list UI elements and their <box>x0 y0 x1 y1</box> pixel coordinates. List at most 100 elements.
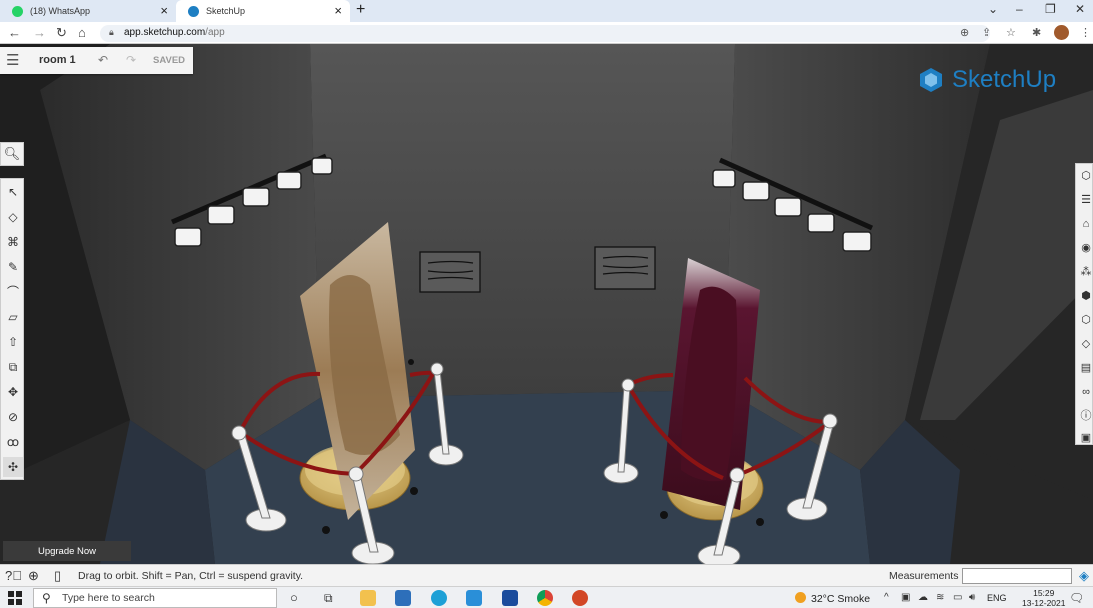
sketchup-logo-icon <box>920 68 942 92</box>
mouse-icon[interactable]: ▯ <box>54 568 61 584</box>
tray-app-icon[interactable]: ▣ <box>901 592 910 603</box>
select-icon[interactable]: ↖ <box>3 182 23 202</box>
clock-time: 15:29 <box>1033 588 1055 598</box>
close-tab-icon[interactable]: × <box>160 3 168 18</box>
model-scene <box>0 44 1093 564</box>
sketchup-tab-icon <box>188 5 199 17</box>
search-tool-button[interactable]: 🔍︎ <box>0 142 24 166</box>
move-icon[interactable]: ✥ <box>3 382 23 402</box>
model-title[interactable]: room 1 <box>39 54 76 66</box>
solid-tools-icon[interactable]: ⬢ <box>1078 288 1093 304</box>
back-icon[interactable]: ← <box>8 25 21 40</box>
close-tab-icon[interactable]: × <box>334 3 342 18</box>
forward-icon[interactable]: → <box>33 25 46 40</box>
close-window-button[interactable]: ✕ <box>1075 2 1085 16</box>
tape-measure-icon[interactable]: ⊘ <box>3 407 23 427</box>
tab-whatsapp[interactable]: (18) WhatsApp × <box>0 0 176 22</box>
browser-tab-strip: (18) WhatsApp × SketchUp × + ⌄ – ❐ ✕ <box>0 0 1093 22</box>
taskbar-search-field[interactable]: ⚲ Type here to search <box>33 588 277 608</box>
sketchup-logo: SketchUp <box>918 66 1056 94</box>
instructor-icon[interactable]: ⌂ <box>1078 216 1093 232</box>
profile-avatar[interactable] <box>1054 25 1069 40</box>
install-icon[interactable]: ⊕ <box>960 26 969 39</box>
materials-icon[interactable]: ⁂ <box>1078 264 1093 280</box>
url-field[interactable]: 🔒︎ app.sketchup.com/app <box>100 25 990 42</box>
notification-icon[interactable]: 🗨︎ <box>1069 591 1084 605</box>
battery-icon[interactable]: ▭ <box>953 592 962 603</box>
powerpoint-icon[interactable] <box>572 590 588 606</box>
tray-chevron-icon[interactable]: ^ <box>884 592 889 603</box>
clock[interactable]: 15:29 13-12-2021 <box>1022 588 1065 608</box>
eraser-icon[interactable]: ◇ <box>3 207 23 227</box>
file-explorer-icon[interactable] <box>360 590 376 606</box>
language-indicator[interactable]: ENG <box>987 593 1007 603</box>
views-icon[interactable]: ⬡ <box>1078 168 1093 184</box>
clock-date: 13-12-2021 <box>1022 598 1066 608</box>
bookmark-star-icon[interactable]: ☆ <box>1006 26 1016 39</box>
display-icon[interactable]: ∞ <box>1078 384 1093 400</box>
tab-label: SketchUp <box>206 6 246 16</box>
entity-info-icon[interactable]: ⓘ <box>1078 408 1093 424</box>
store-icon[interactable] <box>466 590 482 606</box>
redo-icon[interactable]: ↷ <box>126 53 136 67</box>
browser-menu-icon[interactable]: ⋮ <box>1080 26 1091 39</box>
left-toolbar: ↖ ◇ ⌘ ✎ ⌒ ▱ ⇧ ⧉ ✥ ⊘ ꝏ ✣ <box>0 178 24 480</box>
tab-sketchup[interactable]: SketchUp × <box>176 0 350 22</box>
orbit-icon[interactable]: ✣ <box>3 457 23 477</box>
styles-icon[interactable]: ▣ <box>1078 430 1093 446</box>
hamburger-menu-icon[interactable]: ☰ <box>6 51 19 69</box>
volume-icon[interactable]: 🔊︎ <box>969 592 975 603</box>
edge-icon[interactable] <box>431 590 447 606</box>
status-hint: Drag to orbit. Shift = Pan, Ctrl = suspe… <box>78 570 304 582</box>
windows-start-icon[interactable] <box>8 591 22 605</box>
lock-icon: 🔒︎ <box>109 27 114 37</box>
chrome-icon[interactable] <box>537 590 553 606</box>
status-bar: ?⃝ ⊕ ▯ Drag to orbit. Shift = Pan, Ctrl … <box>0 564 1093 586</box>
brand-name: SketchUp <box>952 66 1057 93</box>
tab-list-icon[interactable]: ⌄ <box>988 2 998 16</box>
tab-label: (18) WhatsApp <box>30 6 91 16</box>
cortana-icon[interactable]: ○ <box>290 590 306 606</box>
upgrade-now-button[interactable]: Upgrade Now <box>3 541 131 561</box>
mail-icon[interactable] <box>395 590 411 606</box>
rectangle-icon[interactable]: ▱ <box>3 307 23 327</box>
app-icon[interactable] <box>502 590 518 606</box>
right-toolbar: ⬡ ☰ ⌂ ◉ ⁂ ⬢ ⬡ ◇ ▤ ∞ ⓘ ▣ <box>1075 163 1093 445</box>
3d-viewport[interactable] <box>0 44 1093 564</box>
arc-icon[interactable]: ⌒ <box>3 282 23 302</box>
help-icon[interactable]: ?⃝ <box>5 568 22 583</box>
new-tab-button[interactable]: + <box>356 1 365 19</box>
weather-sun-icon <box>795 592 806 603</box>
tray-cloud-icon[interactable]: ☁ <box>918 592 928 603</box>
globe-icon[interactable]: ⊕ <box>28 568 39 584</box>
extensions-icon[interactable]: ✱ <box>1032 26 1041 39</box>
model-header-panel: ☰ room 1 ↶ ↷ SAVED <box>0 47 193 74</box>
reload-icon[interactable]: ↻ <box>56 25 67 41</box>
task-view-icon[interactable]: ⧉ <box>324 590 340 606</box>
layers-icon[interactable]: ☰ <box>1078 192 1093 208</box>
pencil-icon[interactable]: ✎ <box>3 257 23 277</box>
measurements-label: Measurements <box>889 570 959 582</box>
offset-icon[interactable]: ⧉ <box>3 357 23 377</box>
sketchup-status-icon: ◈ <box>1079 568 1089 583</box>
push-pull-icon[interactable]: ⇧ <box>3 332 23 352</box>
url-host: app.sketchup.com <box>124 27 206 38</box>
wifi-icon[interactable]: ≋ <box>936 592 944 603</box>
maximize-button[interactable]: ❐ <box>1045 2 1056 16</box>
minimize-button[interactable]: – <box>1016 2 1023 16</box>
share-icon[interactable]: ⇪ <box>982 26 991 39</box>
weather-widget[interactable]: 32°C Smoke <box>795 592 870 605</box>
outliner-icon[interactable]: ⬡ <box>1078 312 1093 328</box>
scenes-icon[interactable]: ▤ <box>1078 360 1093 376</box>
components-icon[interactable]: ◉ <box>1078 240 1093 256</box>
whatsapp-icon <box>12 5 23 17</box>
measurements-input[interactable] <box>962 568 1072 584</box>
tags-icon[interactable]: ◇ <box>1078 336 1093 352</box>
footprints-icon[interactable]: ꝏ <box>3 432 23 452</box>
paint-bucket-icon[interactable]: ⌘ <box>3 232 23 252</box>
undo-icon[interactable]: ↶ <box>98 53 108 67</box>
save-status: SAVED <box>153 55 186 66</box>
search-icon: ⚲ <box>42 591 51 605</box>
home-icon[interactable]: ⌂ <box>78 25 86 40</box>
search-placeholder: Type here to search <box>62 592 155 604</box>
